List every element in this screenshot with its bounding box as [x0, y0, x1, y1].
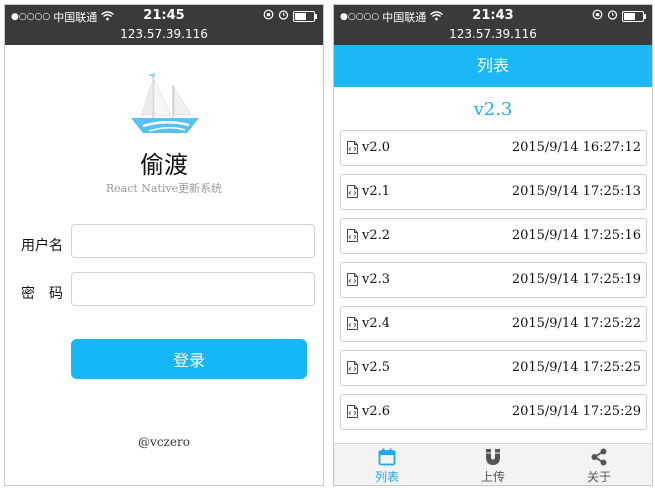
app-subtitle: React Native更新系统: [105, 182, 223, 195]
battery-icon: [293, 10, 317, 22]
item-version: v2.4: [362, 316, 391, 331]
item-date: 2015/9/14 17:25:29: [511, 404, 641, 419]
item-version: v2.5: [362, 360, 391, 375]
username-input[interactable]: [71, 224, 315, 258]
list-screen: ●○○○○ 中国联通 21:43 123.57.39.116 列表 v2.3 v…: [333, 4, 653, 486]
tab-label: 上传: [480, 470, 505, 484]
list-item[interactable]: v2.6 2015/9/14 17:25:29: [340, 394, 647, 430]
alarm-icon: [607, 9, 618, 23]
code-file-icon: [347, 361, 358, 374]
list-item[interactable]: v2.0 2015/9/14 16:27:12: [340, 130, 647, 166]
tab-label: 关于: [586, 470, 611, 484]
code-file-icon: [347, 141, 358, 154]
item-version: v2.3: [362, 272, 391, 287]
tab-bar: 列表 上传 关于: [334, 443, 652, 485]
sailboat-logo: [131, 73, 199, 133]
list-item[interactable]: v2.4 2015/9/14 17:25:22: [340, 306, 647, 342]
status-bar: ●○○○○ 中国联通 21:43 123.57.39.116: [334, 5, 652, 45]
magnet-icon: [486, 449, 500, 465]
item-version: v2.6: [362, 404, 391, 419]
footer-credit: @vczero: [138, 435, 190, 449]
code-file-icon: [347, 273, 358, 286]
rotation-lock-icon: [592, 9, 603, 23]
version-list: v2.0 2015/9/14 16:27:12 v2.1 2015/9/14 17:2…: [340, 130, 647, 438]
item-date: 2015/9/14 17:25:16: [511, 228, 641, 243]
login-screen: ●○○○○ 中国联通 21:45 123.57.39.116 偷渡 React …: [4, 4, 324, 486]
status-bar: ●○○○○ 中国联通 21:45 123.57.39.116: [5, 5, 323, 45]
item-date: 2015/9/14 17:25:13: [511, 184, 641, 199]
code-file-icon: [347, 185, 358, 198]
rotation-lock-icon: [263, 9, 274, 23]
username-label: 用户名: [21, 238, 63, 254]
item-version: v2.1: [362, 184, 391, 199]
password-label: 密 码: [21, 286, 63, 302]
alarm-icon: [278, 9, 289, 23]
status-url: 123.57.39.116: [449, 27, 537, 41]
tab-upload[interactable]: 上传: [440, 444, 546, 485]
item-date: 2015/9/14 17:25:22: [511, 316, 641, 331]
login-button[interactable]: 登录: [71, 339, 307, 379]
item-date: 2015/9/14 17:25:25: [511, 360, 641, 375]
tab-list[interactable]: 列表: [334, 444, 440, 485]
code-file-icon: [347, 229, 358, 242]
status-url: 123.57.39.116: [120, 27, 208, 41]
tab-label: 列表: [374, 470, 399, 484]
password-input[interactable]: [71, 272, 315, 306]
code-file-icon: [347, 317, 358, 330]
share-icon: [591, 448, 607, 466]
list-item[interactable]: v2.2 2015/9/14 17:25:16: [340, 218, 647, 254]
list-item[interactable]: v2.3 2015/9/14 17:25:19: [340, 262, 647, 298]
item-date: 2015/9/14 16:27:12: [511, 140, 641, 155]
item-version: v2.2: [362, 228, 391, 243]
tab-about[interactable]: 关于: [546, 444, 652, 485]
calendar-icon: [378, 448, 396, 466]
code-file-icon: [347, 405, 358, 418]
item-version: v2.0: [362, 140, 391, 155]
item-date: 2015/9/14 17:25:19: [511, 272, 641, 287]
nav-bar-title: 列表: [334, 45, 652, 87]
battery-icon: [622, 10, 646, 22]
list-item[interactable]: v2.1 2015/9/14 17:25:13: [340, 174, 647, 210]
current-version: v2.3: [473, 99, 513, 120]
list-item[interactable]: v2.5 2015/9/14 17:25:25: [340, 350, 647, 386]
app-name: 偷渡: [140, 151, 188, 179]
